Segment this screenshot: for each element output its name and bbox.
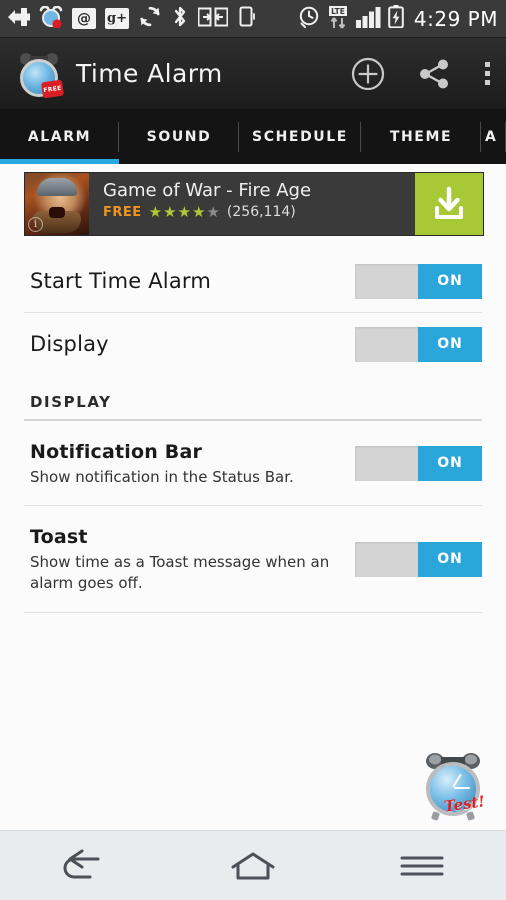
app-bar-actions [351,57,490,91]
tab-alarm[interactable]: ALARM [0,110,119,164]
navigation-bar [0,830,506,900]
kebab-menu-icon [485,62,490,67]
tab-theme[interactable]: THEME [361,110,481,164]
star-icon-2: ★ [163,202,177,221]
status-bar-right-icons: LTE 4:29 PM [298,5,498,33]
setting-row-start-time-alarm[interactable]: Start Time Alarm ON [0,250,506,312]
star-icon-4: ★ [192,202,206,221]
tab-bar: ALARM SOUND SCHEDULE THEME A [0,110,506,164]
status-bar: @ g+ LTE 4:29 PM [0,0,506,38]
nav-back-button[interactable] [39,831,129,900]
setting-title: Notification Bar [30,440,203,463]
star-icon-5: ★ [206,202,220,221]
tab-sound[interactable]: SOUND [119,110,239,164]
back-arrow-icon [63,849,100,878]
setting-description: Show notification in the Status Bar. [30,467,294,486]
row-text: Notification Bar Show notification in th… [30,439,355,488]
settings-content: i Game of War - Fire Age FREE ★ ★ ★ ★ ★ … [0,164,506,830]
battery-charging-icon [388,5,404,32]
setting-title: Display [30,332,109,356]
app-logo-icon: FREE [16,51,65,98]
ad-review-count: (256,114) [226,204,296,220]
phone-screen: @ g+ LTE 4:29 PM FREE Time Alarm ALARM S… [0,0,506,900]
alarm-test-floating-button[interactable]: Test! [420,752,486,821]
toggle-display[interactable]: ON [355,326,482,362]
ad-title: Game of War - Fire Age [103,180,312,201]
toggle-state-label: ON [418,263,482,299]
toggle-notification-bar[interactable]: ON [355,445,482,481]
toggle-toast[interactable]: ON [355,541,482,577]
share-icon [420,59,448,88]
plus-circle-icon [351,57,385,90]
settings-list-top: Start Time Alarm ON Display ON [0,250,506,375]
toggle-state-label: ON [418,541,482,577]
sync-icon [138,5,162,32]
status-bar-left-icons: @ g+ [8,5,257,32]
add-alarm-button[interactable] [351,57,385,91]
email-at-icon: @ [72,8,96,29]
toggle-start-time-alarm[interactable]: ON [355,263,482,299]
tab-more[interactable]: A [481,110,506,164]
nav-home-button[interactable] [208,831,298,900]
section-header-display: DISPLAY [30,393,112,411]
recent-apps-icon [400,856,444,875]
home-icon [231,852,275,879]
setting-description: Show time as a Toast message when an ala… [30,553,330,592]
app-title: Time Alarm [76,59,223,88]
row-divider [24,612,482,613]
setting-row-toast[interactable]: Toast Show time as a Toast message when … [0,506,506,612]
toggle-state-label: ON [418,445,482,481]
setting-title: Toast [30,526,88,548]
ad-banner[interactable]: i Game of War - Fire Age FREE ★ ★ ★ ★ ★ … [24,172,484,236]
ad-price-label: FREE [103,204,142,220]
clock-icon [298,6,320,32]
app-bar: FREE Time Alarm [0,38,506,110]
share-button[interactable] [419,59,451,89]
ad-info-icon[interactable]: i [28,217,43,232]
ad-download-button[interactable] [415,173,483,235]
app-logo-free-badge: FREE [40,79,65,98]
overflow-menu-button[interactable] [485,62,490,85]
nav-recents-button[interactable] [377,831,467,900]
row-text: Display [30,331,355,357]
lte-data-icon: LTE [326,5,350,33]
bluetooth-icon [171,5,189,32]
star-icon-1: ★ [148,202,163,221]
status-bar-clock: 4:29 PM [413,6,498,31]
settings-list-display: Notification Bar Show notification in th… [0,421,506,613]
row-text: Toast Show time as a Toast message when … [30,524,355,594]
usb-transfer-icon [197,6,229,32]
tab-schedule[interactable]: SCHEDULE [239,110,361,164]
svg-text:LTE: LTE [331,7,345,16]
ad-body: Game of War - Fire Age FREE ★ ★ ★ ★ ★ (2… [89,173,415,235]
cross-plus-icon [8,7,30,31]
setting-row-notification-bar[interactable]: Notification Bar Show notification in th… [0,421,506,505]
download-icon [435,186,463,219]
row-text: Start Time Alarm [30,268,355,294]
toggle-state-label: ON [418,326,482,362]
ad-rating-stars: ★ ★ ★ ★ ★ [148,202,220,221]
signal-bars-icon [355,6,382,32]
google-plus-icon: g+ [105,8,129,29]
setting-row-display[interactable]: Display ON [0,313,506,375]
star-icon-3: ★ [177,202,192,221]
vibrate-phone-icon [237,5,257,32]
ad-subline: FREE ★ ★ ★ ★ ★ (256,114) [103,204,415,220]
ad-thumbnail: i [25,173,89,235]
alarm-clock-icon [39,5,63,32]
setting-title: Start Time Alarm [30,269,212,293]
